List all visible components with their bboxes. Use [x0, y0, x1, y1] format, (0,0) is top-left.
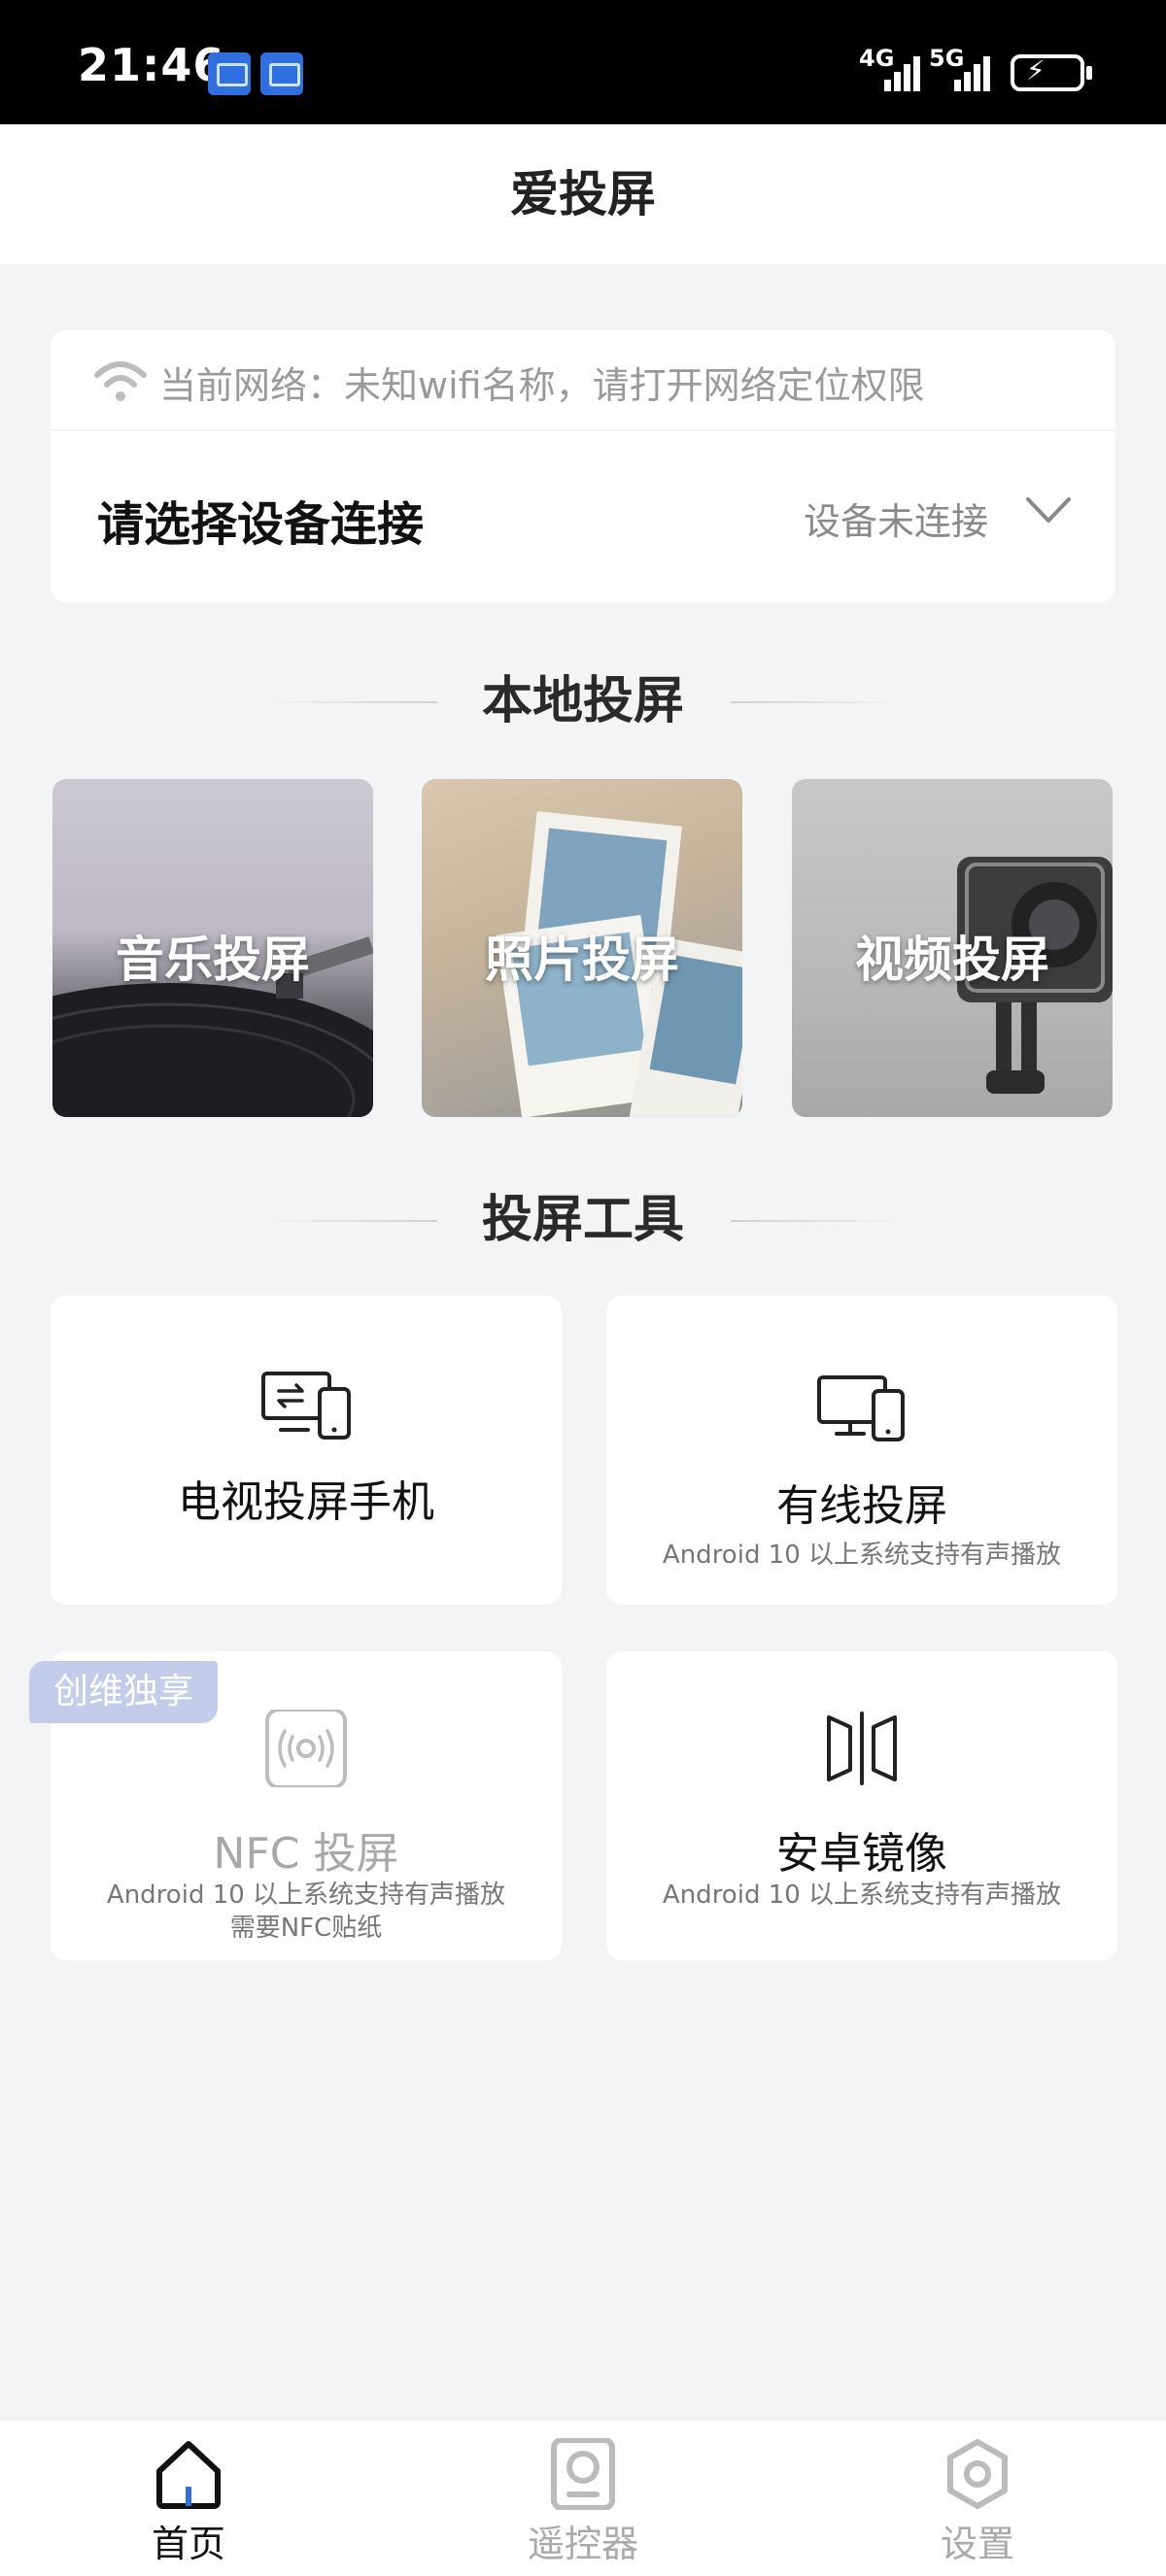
tv-to-phone-icon [261, 1372, 351, 1440]
tv-app-notification-icon [260, 52, 303, 95]
photo-cast-tile[interactable]: 照片投屏 [422, 779, 742, 1117]
battery-charging-icon: ⚡ [1011, 54, 1092, 91]
tool-name: NFC 投屏 [213, 1829, 399, 1879]
nfc-icon [265, 1710, 347, 1787]
remote-control-icon [551, 2438, 615, 2510]
status-time: 21:46 [78, 39, 225, 91]
nav-item-home[interactable]: 首页 [91, 2421, 286, 2576]
network-type-label: 5G [929, 45, 965, 72]
tool-description: Android 10 以上系统支持有声播放 [662, 1541, 1062, 1570]
settings-icon [947, 2439, 1008, 2509]
wired-cast-icon [817, 1375, 905, 1441]
network-type-label: 4G [859, 45, 895, 72]
page-title: 爱投屏 [510, 166, 656, 222]
network-status-text: 当前网络：未知wifi名称，请打开网络定位权限 [159, 364, 925, 407]
wifi-icon [94, 361, 147, 401]
tool-requirement: 需要NFC贴纸 [229, 1914, 383, 1943]
divider [262, 701, 437, 703]
tool-name: 安卓镜像 [776, 1829, 947, 1879]
divider [262, 1220, 437, 1222]
nav-label: 设置 [940, 2523, 1014, 2565]
nav-label: 首页 [151, 2523, 225, 2565]
local-cast-section-title: 本地投屏 [0, 666, 1166, 736]
photo-cast-label: 照片投屏 [485, 932, 679, 988]
section-heading: 本地投屏 [481, 672, 684, 730]
cellular-signal-icon: 5G [929, 45, 999, 93]
home-icon [156, 2441, 221, 2509]
tool-description: Android 10 以上系统支持有声播放 [662, 1881, 1062, 1910]
nav-item-remote[interactable]: 遥控器 [486, 2421, 680, 2576]
tool-description: Android 10 以上系统支持有声播放 [106, 1881, 506, 1910]
cellular-signal-icon: 4G [859, 45, 929, 93]
chevron-down-icon[interactable] [1022, 484, 1075, 536]
cast-tools-section-title: 投屏工具 [0, 1185, 1166, 1255]
section-heading: 投屏工具 [481, 1191, 684, 1249]
tool-name: 有线投屏 [776, 1481, 947, 1531]
nav-item-settings[interactable]: 设置 [880, 2421, 1075, 2576]
mirror-icon [827, 1712, 897, 1785]
wired-cast-card[interactable]: 有线投屏 Android 10 以上系统支持有声播放 [606, 1296, 1117, 1605]
tv-app-notification-icon [208, 52, 251, 95]
device-select-row[interactable]: 请选择设备连接 设备未连接 [51, 431, 1115, 602]
network-info-row[interactable]: 当前网络：未知wifi名称，请打开网络定位权限 [51, 330, 1115, 431]
music-cast-label: 音乐投屏 [116, 932, 310, 988]
android-mirror-card[interactable]: 安卓镜像 Android 10 以上系统支持有声播放 [606, 1651, 1117, 1960]
exclusive-badge: 创维独享 [29, 1661, 218, 1723]
app-header: 爱投屏 [0, 124, 1166, 264]
status-bar: 21:46 4G 5G ⚡ [0, 0, 1166, 124]
bottom-nav: 首页 遥控器 设置 [0, 2421, 1166, 2576]
select-device-label: 请选择设备连接 [97, 497, 425, 552]
video-cast-label: 视频投屏 [855, 932, 1049, 988]
device-connection-card: 当前网络：未知wifi名称，请打开网络定位权限 请选择设备连接 设备未连接 [51, 330, 1115, 602]
nav-label: 遥控器 [527, 2523, 638, 2565]
video-cast-tile[interactable]: 视频投屏 [792, 779, 1113, 1117]
divider [731, 701, 906, 703]
music-cast-tile[interactable]: 音乐投屏 [52, 779, 373, 1117]
divider [731, 1220, 906, 1222]
tv-to-phone-card[interactable]: 电视投屏手机 [51, 1296, 562, 1605]
connection-status: 设备未连接 [804, 500, 989, 543]
tool-name: 电视投屏手机 [178, 1477, 434, 1527]
